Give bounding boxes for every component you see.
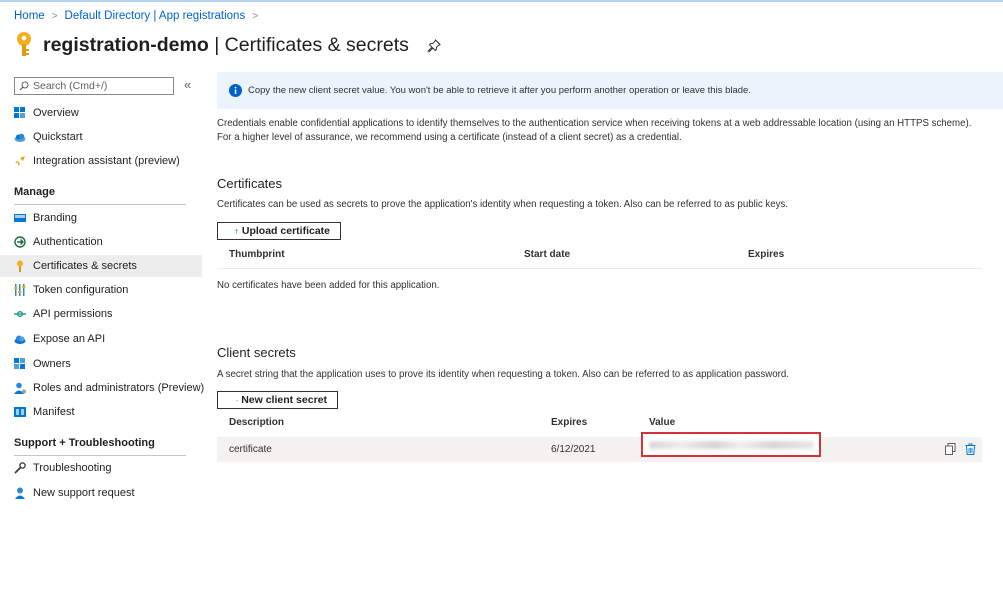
column-header-start-date[interactable]: Start date [524, 249, 570, 260]
new-client-secret-button[interactable]: New client secret [217, 391, 338, 409]
rocket-icon [15, 156, 25, 166]
collapse-sidebar-button[interactable]: « [184, 78, 191, 91]
wrench-icon [14, 462, 26, 474]
page-header: registration-demo | Certificates & secre… [14, 30, 441, 60]
sidebar-item-roles-administrators[interactable]: Roles and administrators (Preview) [0, 377, 204, 399]
intro-paragraph: Credentials enable confidential applicat… [217, 118, 972, 143]
info-icon [229, 84, 242, 97]
sidebar-item-owners[interactable]: Owners [0, 353, 202, 375]
sidebar-item-overview[interactable]: Overview [0, 102, 202, 124]
page-title: registration-demo | Certificates & secre… [43, 33, 409, 56]
manifest-icon [14, 407, 26, 417]
sidebar-item-authentication[interactable]: Authentication [0, 231, 202, 253]
column-header-thumbprint[interactable]: Thumbprint [229, 249, 285, 260]
owners-icon [14, 358, 25, 369]
secret-expires-cell: 6/12/2021 [551, 444, 596, 455]
api-permissions-icon [14, 311, 26, 317]
column-header-value[interactable]: Value [649, 417, 675, 428]
info-banner: Copy the new client secret value. You wo… [217, 72, 1003, 109]
redacted-secret-value [649, 441, 814, 449]
column-header-description[interactable]: Description [229, 417, 284, 428]
branding-icon [14, 214, 26, 222]
expose-api-cloud-icon [14, 335, 26, 344]
sidebar-item-branding[interactable]: Branding [0, 207, 202, 229]
secret-description-cell: certificate [229, 444, 272, 455]
key-icon [17, 32, 31, 56]
upload-arrow-icon [234, 228, 239, 234]
sidebar-item-certificates-secrets[interactable]: Certificates & secrets [0, 255, 202, 277]
sidebar-item-new-support-request[interactable]: New support request [0, 482, 202, 504]
key-icon [17, 260, 23, 272]
sidebar-search[interactable] [14, 77, 174, 95]
support-person-icon [15, 487, 25, 499]
authentication-icon [14, 236, 26, 248]
sidebar-item-quickstart[interactable]: Quickstart [0, 126, 202, 148]
search-icon [19, 81, 29, 91]
table-divider [217, 268, 982, 269]
breadcrumb-app-registrations[interactable]: Default Directory | App registrations [65, 10, 246, 22]
column-header-expires[interactable]: Expires [551, 417, 587, 428]
quickstart-cloud-icon [14, 133, 26, 142]
certificates-heading: Certificates [217, 176, 283, 191]
sidebar-item-manifest[interactable]: Manifest [0, 401, 202, 423]
sidebar-item-token-configuration[interactable]: Token configuration [0, 279, 202, 301]
certificates-empty-message: No certificates have been added for this… [217, 280, 440, 291]
client-secrets-description: A secret string that the application use… [217, 369, 789, 380]
info-banner-text: Copy the new client secret value. You wo… [248, 85, 751, 96]
column-header-expires[interactable]: Expires [748, 249, 784, 260]
breadcrumb: Home > Default Directory | App registrat… [14, 9, 265, 23]
sidebar-item-integration-assistant[interactable]: Integration assistant (preview) [0, 150, 202, 172]
top-accent-line [0, 0, 1003, 2]
token-sliders-icon [14, 284, 26, 296]
search-input[interactable] [33, 80, 163, 92]
table-row: certificate 6/12/2021 [217, 432, 982, 462]
sidebar-heading-manage: Manage [14, 186, 55, 198]
breadcrumb-home[interactable]: Home [14, 10, 45, 22]
overview-grid-icon [14, 107, 25, 118]
certificates-description: Certificates can be used as secrets to p… [217, 199, 789, 210]
sidebar-item-troubleshooting[interactable]: Troubleshooting [0, 457, 202, 479]
sidebar-heading-support: Support + Troubleshooting [14, 437, 155, 449]
chevron-right-icon: > [252, 10, 259, 22]
divider [14, 204, 186, 205]
sidebar-item-expose-api[interactable]: Expose an API [0, 328, 202, 350]
copy-icon[interactable] [945, 443, 956, 455]
client-secrets-heading: Client secrets [217, 345, 296, 360]
sidebar-item-api-permissions[interactable]: API permissions [0, 303, 202, 325]
roles-user-icon [14, 382, 26, 394]
secret-value-highlight[interactable] [641, 432, 821, 457]
pin-icon[interactable] [427, 39, 441, 53]
trash-icon[interactable] [965, 443, 976, 455]
divider [14, 455, 186, 456]
upload-certificate-button[interactable]: Upload certificate [217, 222, 341, 240]
plus-icon [236, 398, 239, 402]
chevron-right-icon: > [51, 10, 58, 22]
